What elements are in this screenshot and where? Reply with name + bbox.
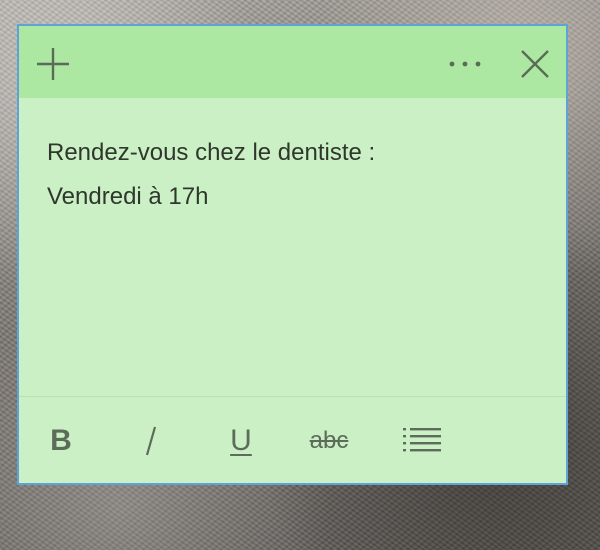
italic-icon	[145, 426, 157, 456]
strikethrough-button[interactable]: abc	[299, 421, 359, 461]
italic-button[interactable]	[131, 421, 171, 461]
underline-label: U	[230, 424, 252, 457]
close-button[interactable]	[515, 44, 555, 84]
sticky-note: Rendez-vous chez le dentiste : Vendredi …	[17, 24, 568, 485]
strikethrough-label: abc	[309, 427, 349, 454]
note-header	[19, 26, 566, 98]
close-icon	[521, 50, 549, 78]
underline-button[interactable]: U	[221, 421, 261, 461]
bold-button[interactable]: B	[41, 421, 81, 461]
menu-button[interactable]	[443, 44, 487, 84]
ellipsis-icon	[449, 61, 481, 67]
formatting-toolbar: B U abc	[19, 396, 566, 483]
plus-icon	[37, 48, 69, 80]
note-line: Rendez-vous chez le dentiste :	[47, 139, 376, 166]
add-note-button[interactable]	[33, 44, 73, 84]
bold-label: B	[50, 424, 72, 457]
note-text-area[interactable]: Rendez-vous chez le dentiste : Vendredi …	[19, 98, 566, 398]
note-line: Vendredi à 17h	[47, 183, 209, 210]
bullet-list-button[interactable]	[399, 421, 445, 461]
bullet-list-icon	[403, 428, 441, 452]
